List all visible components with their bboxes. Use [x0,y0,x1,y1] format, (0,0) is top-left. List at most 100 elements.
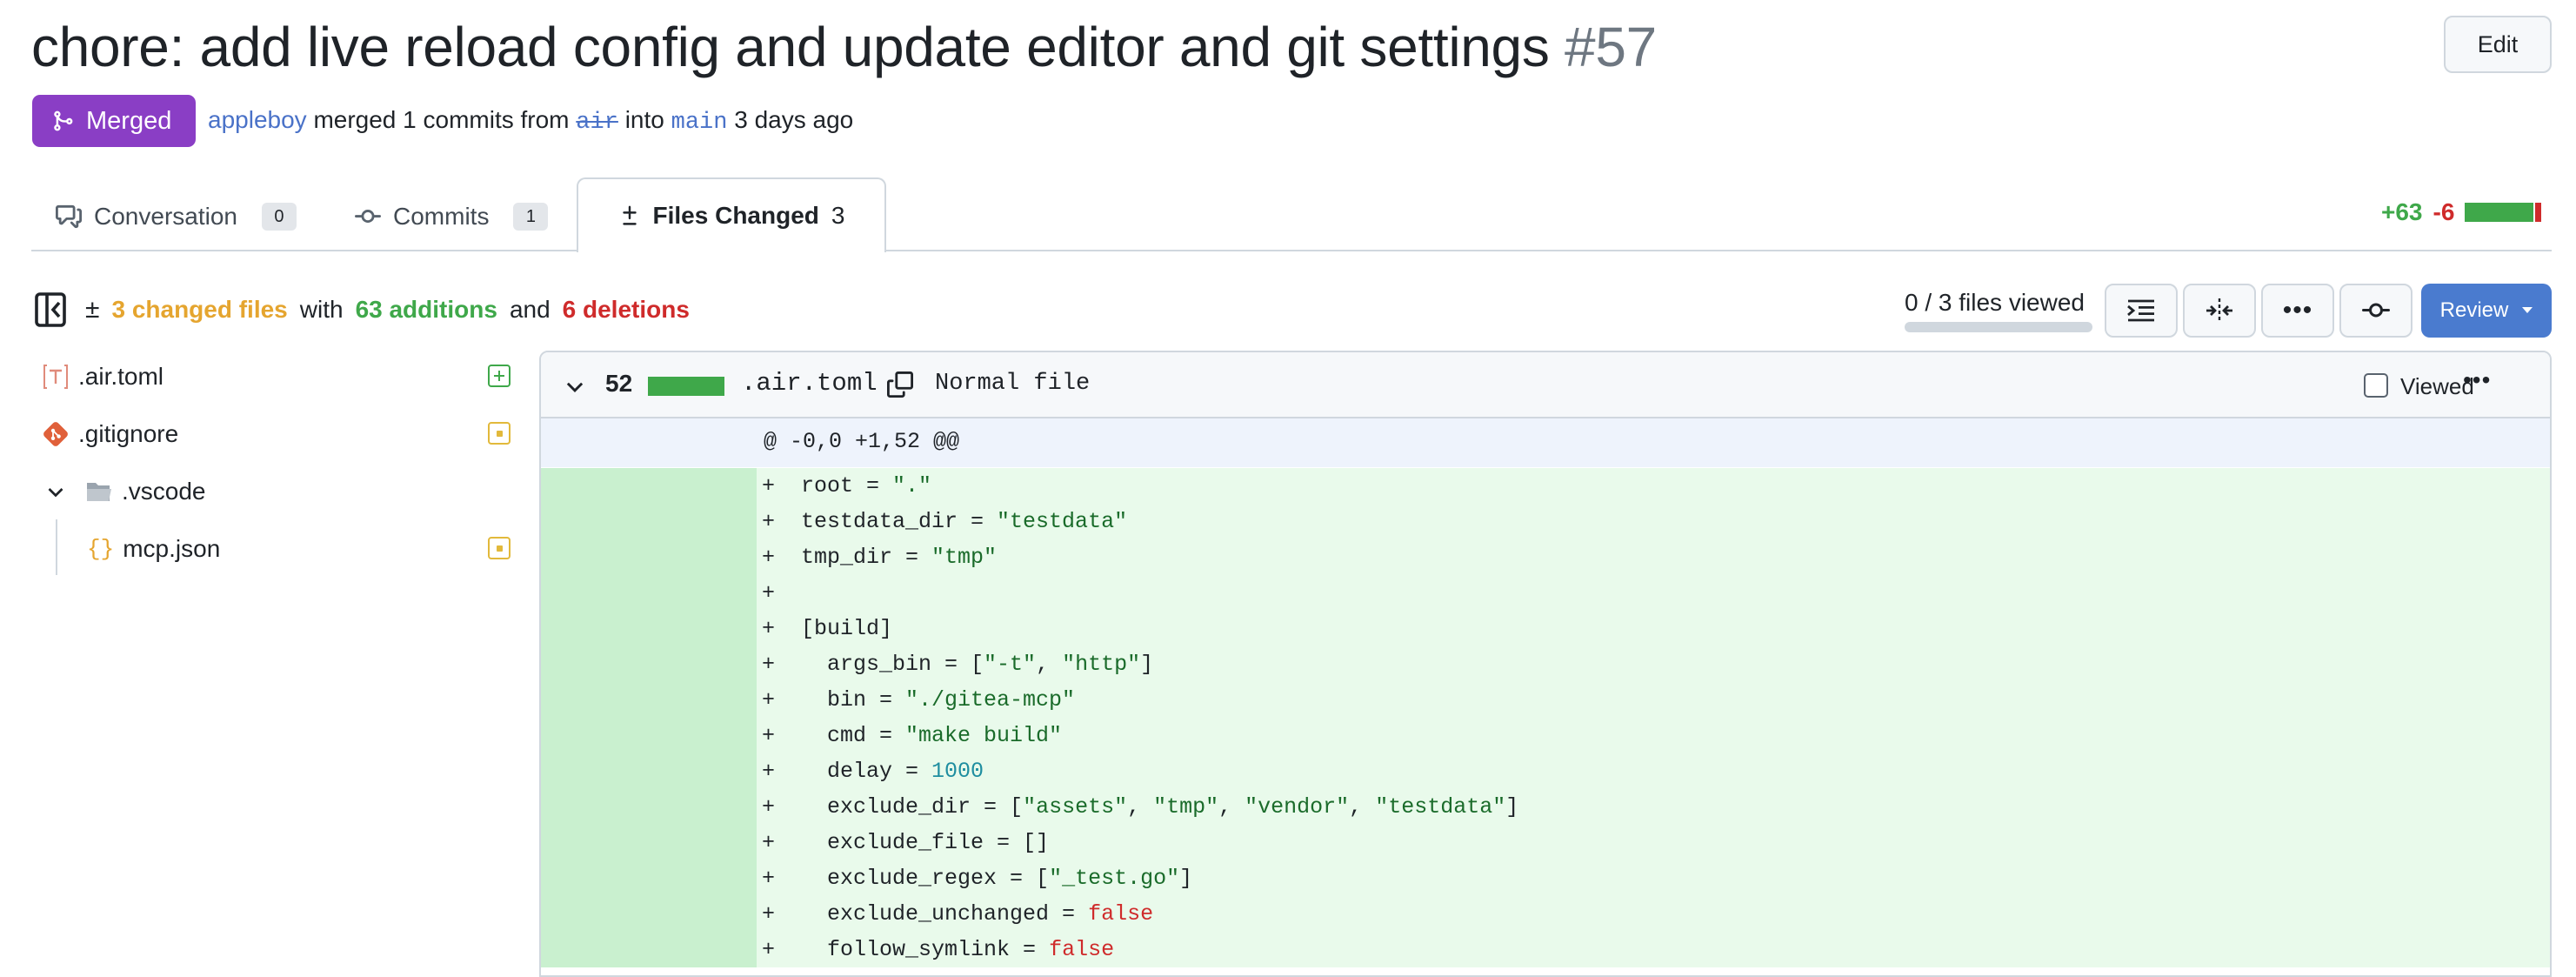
line-number-gutter[interactable] [541,468,715,504]
line-number-gutter[interactable] [541,646,715,682]
keyword-token: false [1088,901,1154,927]
file-name: .air.toml [741,369,878,398]
review-button[interactable]: Review [2421,284,2552,338]
line-number-gutter[interactable] [541,789,715,825]
code-token: + cmd = [762,723,906,748]
code-text: + testdata_dir = "testdata" [762,504,1127,539]
line-number-gutter-new[interactable]: 8 [715,718,889,753]
expand-all-button[interactable] [2183,284,2256,338]
kebab-horizontal-icon[interactable]: ••• [2463,366,2491,394]
tree-item-vscode-folder[interactable]: .vscode [45,474,206,509]
line-number-gutter-new[interactable]: 12 [715,860,889,896]
merged-text: merged 1 commits from [313,106,570,133]
source-branch-link[interactable]: air [576,110,618,136]
tree-item-mcp-json[interactable]: {} mcp.json [87,532,220,566]
tree-item-label: mcp.json [123,535,221,562]
code-text: + args_bin = ["-t", "http"] [762,646,1153,682]
tree-item-label: .air.toml [78,363,164,390]
with-text: with [299,296,344,323]
line-body: + args_bin = ["-t", "http"] [757,646,2550,682]
line-number-gutter[interactable] [541,753,715,789]
tab-conversation[interactable]: Conversation 0 [56,183,297,251]
string-token: "testdata" [1375,794,1506,820]
file-diff: 52 .air.toml Normal file Viewed ••• @ -0… [539,351,2552,977]
modified-status-dot [496,430,503,437]
keyword-token: false [1049,937,1115,962]
line-number-gutter-new[interactable]: 6 [715,646,889,682]
line-number-gutter-new[interactable]: 11 [715,825,889,860]
diff-line: 5+ [build] [541,611,2550,646]
commit-icon [355,204,381,230]
file-mode: Normal file [935,371,1091,397]
tree-item-gitignore[interactable]: .gitignore [42,417,178,452]
line-number-gutter[interactable] [541,575,715,611]
more-options-button[interactable]: ••• [2261,284,2334,338]
line-number-gutter[interactable] [541,932,715,967]
string-token: "." [892,473,932,499]
string-token: "_test.go" [1049,866,1180,891]
tab-conversation-label: Conversation [94,203,237,230]
line-number-gutter[interactable] [541,860,715,896]
line-body: + follow_symlink = false [757,932,2550,967]
hunk-header-text: @ -0,0 +1,52 @@ [764,429,960,454]
plus-minus-icon: ± [85,295,100,324]
toggle-file-tree-button[interactable] [35,292,66,327]
code-token: , [1349,794,1376,820]
changed-files-count[interactable]: 3 changed files [111,292,287,327]
line-number-gutter-new[interactable]: 5 [715,611,889,646]
git-icon [42,420,70,448]
viewed-checkbox[interactable] [2364,373,2388,398]
line-number-gutter-new[interactable]: 7 [715,682,889,718]
edit-button[interactable]: Edit [2444,16,2552,73]
line-body: + root = "." [757,468,2550,504]
hunk-header: @ -0,0 +1,52 @@ [541,418,2550,467]
line-body: + [build] [757,611,2550,646]
diffstat-bar [2465,203,2542,222]
commit-selector-button[interactable] [2339,284,2412,338]
file-diff-header: 52 .air.toml Normal file Viewed ••• [541,352,2550,418]
tree-item-label: .vscode [122,478,206,505]
line-number-gutter-new[interactable]: 3 [715,539,889,575]
diffstat-bar-additions [2465,203,2534,222]
string-token: "vendor" [1245,794,1350,820]
code-token: , [1218,794,1245,820]
line-number-gutter-new[interactable]: 4 [715,575,889,611]
line-number-gutter[interactable] [541,896,715,932]
tab-files-changed[interactable]: Files Changed 3 [577,177,886,252]
copy-icon[interactable] [887,371,913,398]
toml-file-icon [42,363,70,391]
line-number-gutter[interactable] [541,825,715,860]
line-number-gutter[interactable] [541,611,715,646]
collapse-chevron-icon[interactable] [564,375,586,398]
line-number-gutter[interactable] [541,539,715,575]
string-token: "./gitea-mcp" [905,687,1076,713]
line-number-gutter[interactable] [541,718,715,753]
line-body: + exclude_dir = ["assets", "tmp", "vendo… [757,789,2550,825]
author-link[interactable]: appleboy [208,106,307,133]
line-number-gutter-new[interactable]: 9 [715,753,889,789]
line-number-gutter-new[interactable]: 1 [715,468,889,504]
line-number-gutter-new[interactable]: 14 [715,932,889,967]
line-number-gutter-new[interactable]: 13 [715,896,889,932]
code-token: + [build] [762,616,893,641]
code-token: ] [1179,866,1193,891]
line-number-gutter-new[interactable]: 10 [715,789,889,825]
diff-summary: ± 3 changed files with 63 additions and … [85,292,690,327]
line-number-gutter[interactable] [541,682,715,718]
tree-item-air-toml[interactable]: .air.toml [42,359,164,394]
unfold-icon [2205,298,2234,324]
string-token: "http" [1062,652,1141,677]
code-text: + root = "." [762,468,931,504]
pr-number: #57 [1565,16,1657,78]
whitespace-button[interactable] [2105,284,2178,338]
diff-line: 6+ args_bin = ["-t", "http"] [541,646,2550,682]
diffstat-bar-deletions [2535,203,2542,222]
line-number-gutter[interactable] [541,504,715,539]
string-token: "make build" [905,723,1063,748]
code-token: + delay = [762,759,932,784]
target-branch-link[interactable]: main [671,110,728,136]
code-text: + exclude_regex = ["_test.go"] [762,860,1192,896]
tree-indent-guide [56,519,57,575]
tab-commits[interactable]: Commits 1 [355,183,549,251]
line-number-gutter-new[interactable]: 2 [715,504,889,539]
